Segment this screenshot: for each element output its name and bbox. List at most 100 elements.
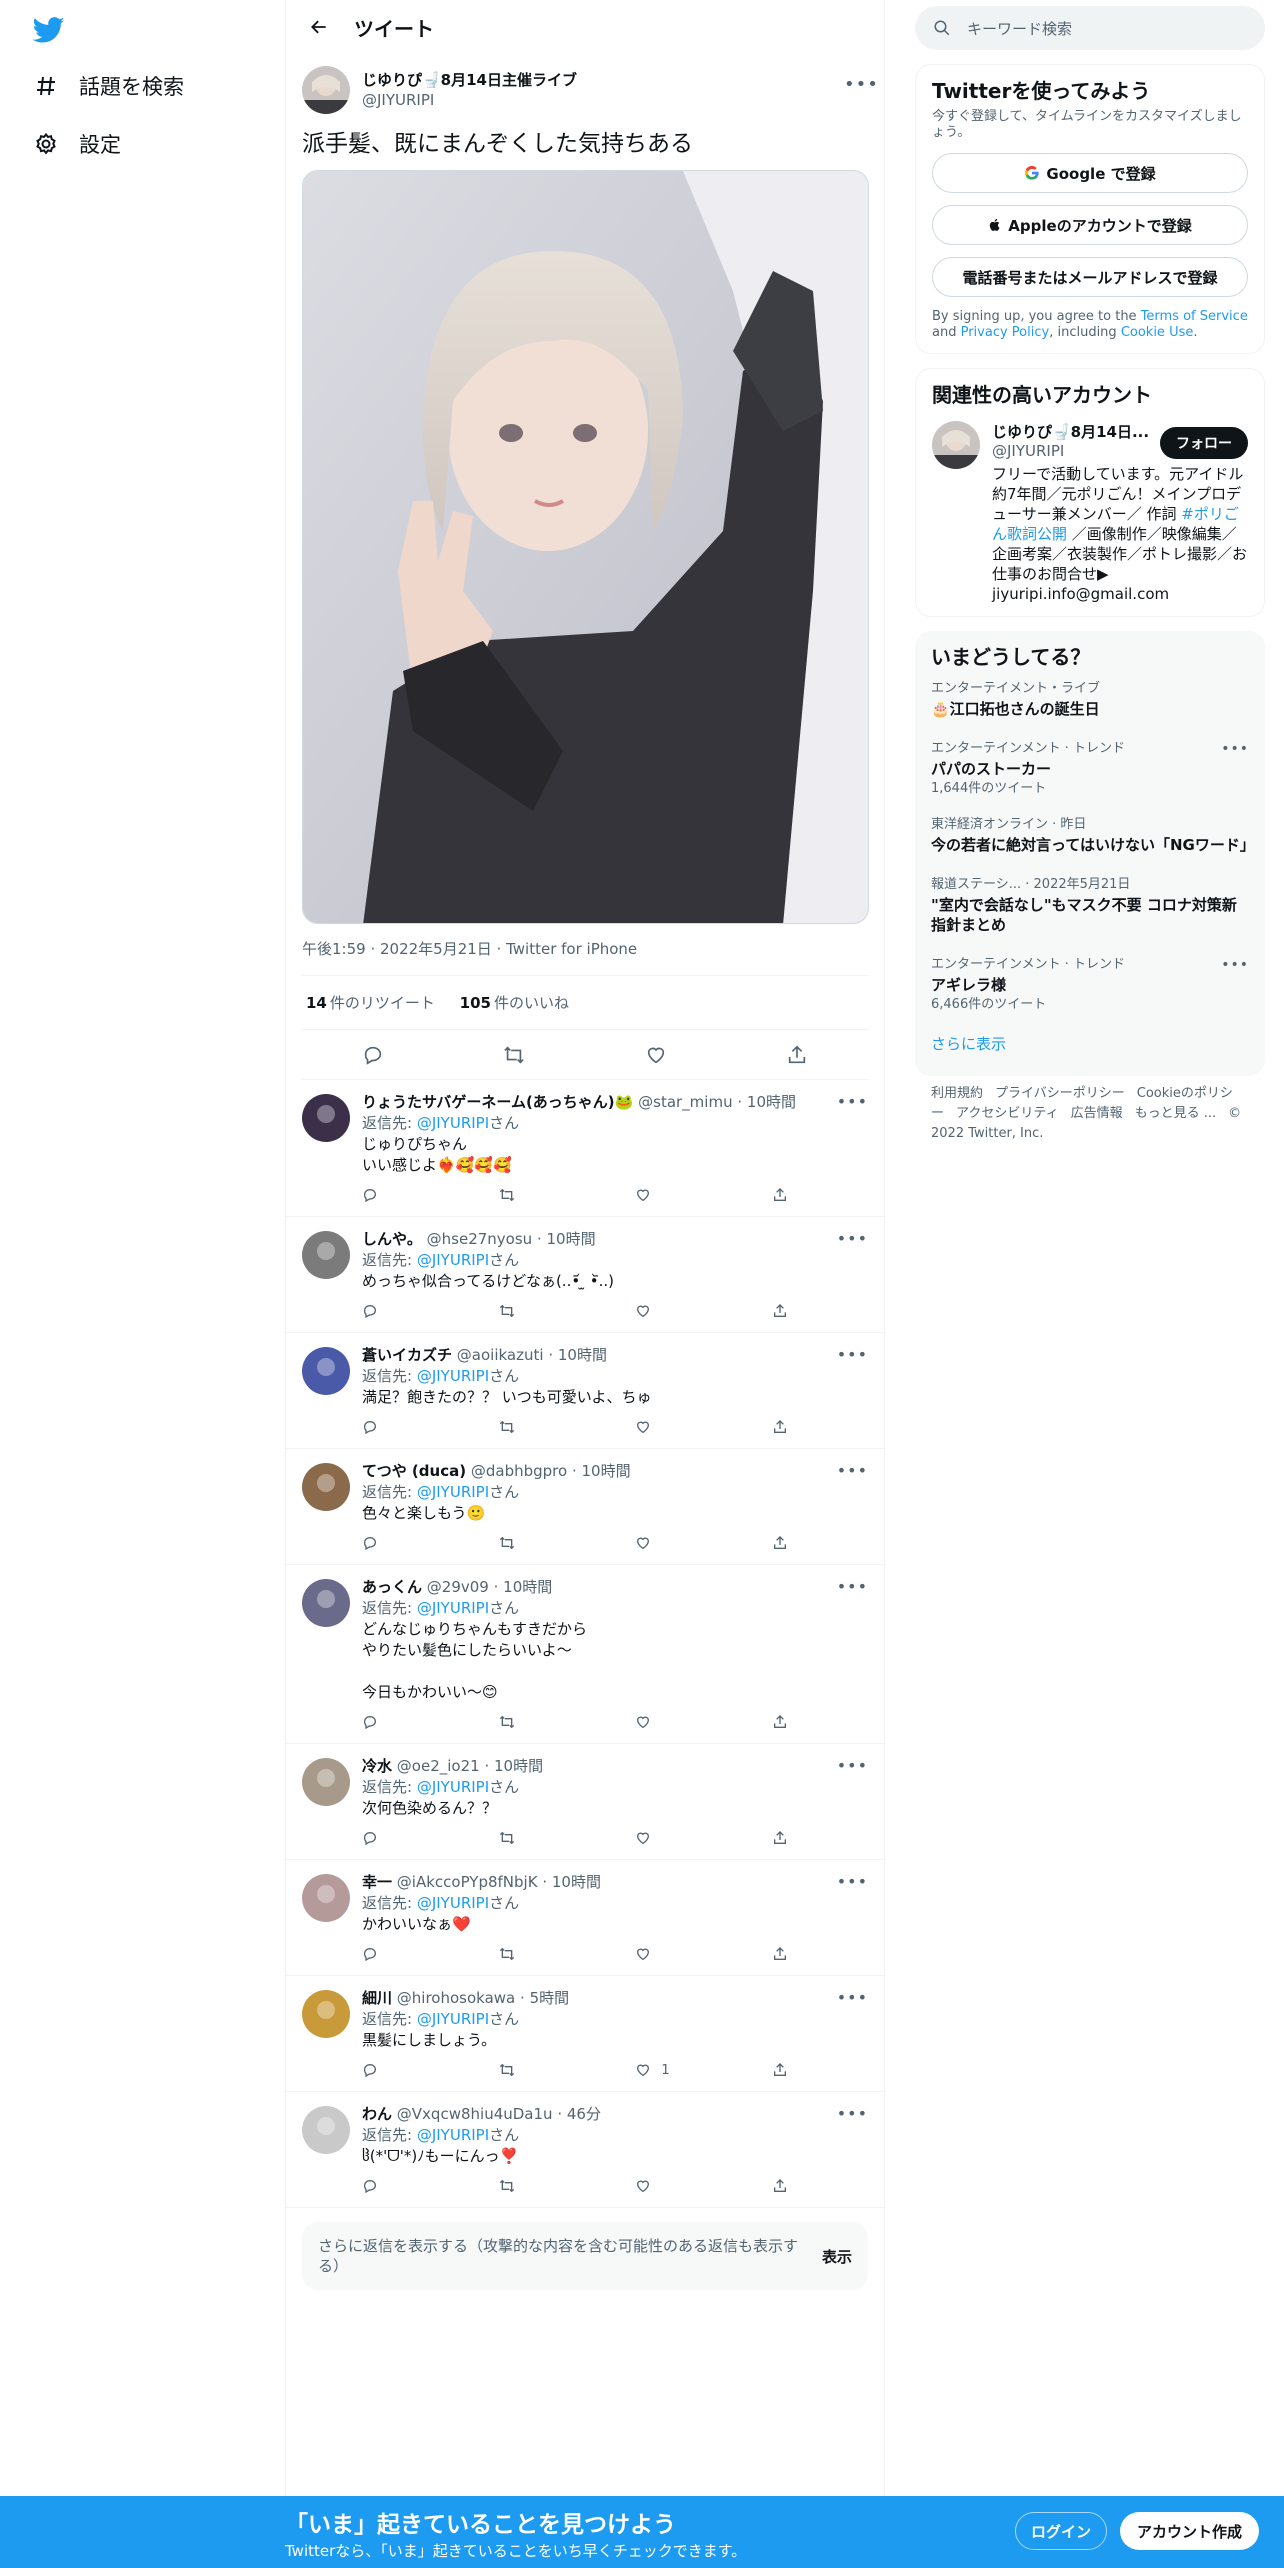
like-icon[interactable] xyxy=(635,1303,735,1319)
more-options-icon[interactable]: ••• xyxy=(837,1461,868,1480)
trend-item[interactable]: 東洋経済オンライン · 昨日 今の若者に絶対言ってはいけない「NGワード」 xyxy=(931,807,1255,867)
show-button[interactable]: 表示 xyxy=(822,2246,852,2267)
reply-author-handle[interactable]: @dabhbgpro xyxy=(471,1462,567,1480)
avatar[interactable] xyxy=(302,1990,350,2038)
share-icon[interactable] xyxy=(772,1419,792,1435)
avatar[interactable] xyxy=(302,1231,350,1279)
avatar[interactable] xyxy=(302,1579,350,1627)
search-input[interactable]: キーワード検索 xyxy=(967,18,1072,39)
reply-tweet[interactable]: 冷水 @oe2_io21 · 10時間 返信先: @JIYURIPIさん 次何色染め… xyxy=(286,1744,884,1860)
reply-author-handle[interactable]: @oe2_io21 xyxy=(397,1757,480,1775)
avatar[interactable] xyxy=(302,1347,350,1395)
retweet-icon[interactable] xyxy=(499,1946,599,1962)
reply-to-link[interactable]: @JIYURIPI xyxy=(417,1599,489,1617)
reply-to-link[interactable]: @JIYURIPI xyxy=(417,1483,489,1501)
reply-author-name[interactable]: 蒼いイカズチ xyxy=(362,1346,452,1364)
like-icon[interactable] xyxy=(638,1037,674,1073)
reply-to-link[interactable]: @JIYURIPI xyxy=(417,2010,489,2028)
reply-icon[interactable] xyxy=(362,1830,462,1846)
reply-author-handle[interactable]: @hse27nyosu xyxy=(427,1230,533,1248)
like-icon[interactable] xyxy=(635,1714,735,1730)
more-options-icon[interactable]: ••• xyxy=(837,1092,868,1111)
more-options-icon[interactable]: ••• xyxy=(1221,741,1249,757)
retweet-icon[interactable] xyxy=(499,1830,599,1846)
privacy-link[interactable]: Privacy Policy xyxy=(961,325,1050,340)
trend-item[interactable]: エンターテイメント・ライブ 🎂江口拓也さんの誕生日 xyxy=(931,671,1249,731)
footer-link[interactable]: プライバシーポリシー xyxy=(995,1086,1125,1101)
like-icon[interactable] xyxy=(635,1946,735,1962)
follow-button[interactable]: フォロー xyxy=(1160,427,1248,459)
avatar[interactable] xyxy=(932,421,980,469)
reply-icon[interactable] xyxy=(362,1187,462,1203)
terms-link[interactable]: Terms of Service xyxy=(1141,309,1248,324)
retweet-icon[interactable] xyxy=(499,1535,599,1551)
reply-author-handle[interactable]: @Vxqcw8hiu4uDa1u xyxy=(397,2105,553,2123)
reply-author-name[interactable]: てつや (duca) xyxy=(362,1462,466,1480)
reply-icon[interactable] xyxy=(362,2062,462,2078)
like-icon[interactable]: 1 xyxy=(635,2062,735,2078)
more-options-icon[interactable]: ••• xyxy=(837,1345,868,1364)
reply-icon[interactable] xyxy=(362,1714,462,1730)
google-signup-button[interactable]: Google で登録 xyxy=(932,153,1248,193)
more-options-icon[interactable]: ••• xyxy=(837,1872,868,1891)
reply-tweet[interactable]: りょうたサバゲーネーム(あっちゃん)🐸 @star_mimu · 10時間 返信先… xyxy=(286,1080,884,1217)
retweet-icon[interactable] xyxy=(499,1187,599,1203)
reply-author-handle[interactable]: @iAkccoPYp8fNbjK xyxy=(397,1873,538,1891)
twitter-logo-icon[interactable] xyxy=(33,14,65,46)
more-options-icon[interactable]: ••• xyxy=(837,2104,868,2123)
footer-link[interactable]: もっと見る ... xyxy=(1135,1106,1217,1121)
create-account-button[interactable]: アカウント作成 xyxy=(1120,2512,1259,2550)
reply-time[interactable]: · 10時間 xyxy=(572,1462,631,1480)
phone-signup-button[interactable]: 電話番号またはメールアドレスで登録 xyxy=(932,257,1248,297)
reply-icon[interactable] xyxy=(362,2178,462,2194)
back-arrow-icon[interactable] xyxy=(302,10,336,44)
more-options-icon[interactable]: ••• xyxy=(1221,957,1249,973)
retweet-icon[interactable] xyxy=(499,1714,599,1730)
reply-icon[interactable] xyxy=(362,1535,462,1551)
reply-icon[interactable] xyxy=(355,1037,391,1073)
reply-author-name[interactable]: わん xyxy=(362,2105,392,2123)
like-icon[interactable] xyxy=(635,1419,735,1435)
like-icon[interactable] xyxy=(635,1535,735,1551)
share-icon[interactable] xyxy=(772,1946,792,1962)
share-icon[interactable] xyxy=(772,1187,792,1203)
like-icon[interactable] xyxy=(635,1187,735,1203)
author-handle[interactable]: @JIYURIPI xyxy=(362,90,577,110)
reply-time[interactable]: · 10時間 xyxy=(494,1578,553,1596)
like-icon[interactable] xyxy=(635,2178,735,2194)
reply-author-name[interactable]: 細川 xyxy=(362,1989,392,2007)
reply-to-link[interactable]: @JIYURIPI xyxy=(417,1778,489,1796)
nav-settings[interactable]: 設定 xyxy=(33,124,121,164)
retweet-icon[interactable] xyxy=(499,1303,599,1319)
share-icon[interactable] xyxy=(772,1714,792,1730)
share-icon[interactable] xyxy=(779,1037,815,1073)
reply-time[interactable]: · 46分 xyxy=(557,2105,601,2123)
tweet-timestamp[interactable]: 午後1:59 · 2022年5月21日 · Twitter for iPhone xyxy=(302,938,868,976)
reply-to-link[interactable]: @JIYURIPI xyxy=(417,1894,489,1912)
reply-to-link[interactable]: @JIYURIPI xyxy=(417,1114,489,1132)
reply-author-handle[interactable]: @aoiikazuti xyxy=(457,1346,544,1364)
more-options-icon[interactable]: ••• xyxy=(837,1988,868,2007)
reply-time[interactable]: · 10時間 xyxy=(542,1873,601,1891)
reply-to-link[interactable]: @JIYURIPI xyxy=(417,1251,489,1269)
reply-tweet[interactable]: てつや (duca) @dabhbgpro · 10時間 返信先: @JIYURI… xyxy=(286,1449,884,1565)
reply-icon[interactable] xyxy=(362,1946,462,1962)
share-icon[interactable] xyxy=(772,2062,792,2078)
retweet-icon[interactable] xyxy=(496,1037,532,1073)
reply-author-name[interactable]: りょうたサバゲーネーム(あっちゃん)🐸 xyxy=(362,1093,633,1111)
nav-explore[interactable]: 話題を検索 xyxy=(33,66,184,106)
avatar[interactable] xyxy=(302,66,350,114)
avatar[interactable] xyxy=(302,2106,350,2154)
reply-tweet[interactable]: あっくん @29v09 · 10時間 返信先: @JIYURIPIさん どんなじゅり… xyxy=(286,1565,884,1744)
reply-time[interactable]: · 5時間 xyxy=(520,1989,569,2007)
reply-tweet[interactable]: しんや。 @hse27nyosu · 10時間 返信先: @JIYURIPIさんめ… xyxy=(286,1217,884,1333)
share-icon[interactable] xyxy=(772,1303,792,1319)
more-options-icon[interactable]: ••• xyxy=(837,1577,868,1596)
reply-icon[interactable] xyxy=(362,1303,462,1319)
reply-to-link[interactable]: @JIYURIPI xyxy=(417,2126,489,2144)
retweet-count[interactable]: 14 件のリツイート xyxy=(306,994,435,1012)
reply-author-handle[interactable]: @29v09 xyxy=(427,1578,489,1596)
reply-tweet[interactable]: 細川 @hirohosokawa · 5時間 返信先: @JIYURIPIさん 黒髪… xyxy=(286,1976,884,2092)
like-icon[interactable] xyxy=(635,1830,735,1846)
retweet-icon[interactable] xyxy=(499,2062,599,2078)
